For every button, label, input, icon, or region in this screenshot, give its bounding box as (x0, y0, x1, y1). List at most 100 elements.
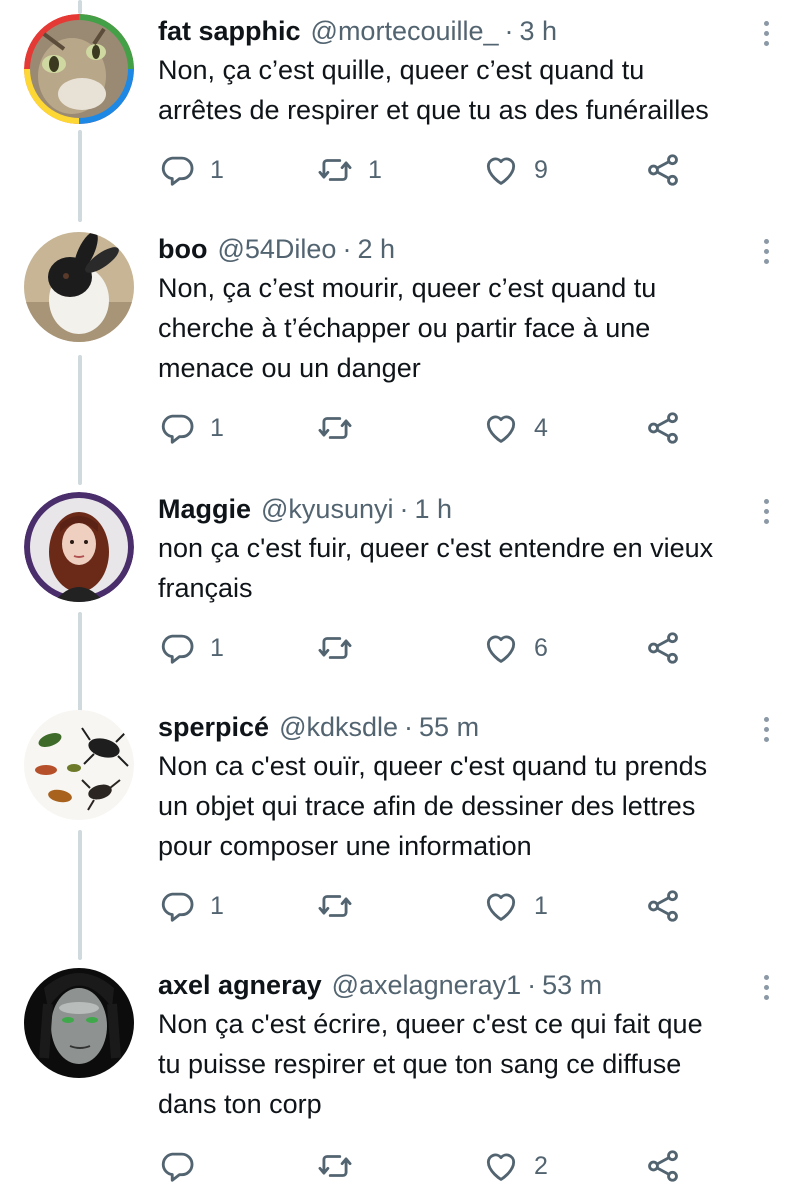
tweet-actions: 1 6 (158, 628, 698, 668)
tweet-content: Maggie @kyusunyi · 1 h non ça c'est fuir… (158, 492, 786, 608)
share-icon (648, 890, 678, 922)
tweet[interactable]: fat sapphic @mortecouille_ · 3 h Non, ça… (0, 14, 806, 194)
tweet-text-line: dans ton corp (158, 1089, 322, 1119)
cat-avatar[interactable] (24, 14, 134, 124)
display-name[interactable]: Maggie (158, 492, 251, 526)
retweet-button[interactable] (316, 1146, 368, 1186)
separator-dot: · (404, 712, 414, 742)
tweet[interactable]: axel agneray @axelagneray1 · 53 m Non ça… (0, 968, 806, 1193)
retweet-button[interactable] (316, 408, 368, 448)
more-options-icon[interactable] (746, 16, 786, 50)
retweet-icon (318, 159, 352, 181)
share-icon (648, 412, 678, 444)
reply-icon (161, 1152, 194, 1182)
share-button[interactable] (644, 628, 682, 668)
tweet-text: Non, ça c’est mourir, queer c’est quand … (158, 268, 788, 388)
user-handle[interactable]: @kdksdle (279, 710, 398, 744)
reply-icon (161, 414, 194, 444)
retweet-button[interactable]: 1 (316, 150, 382, 190)
user-handle[interactable]: @axelagneray1 (332, 968, 522, 1002)
user-handle[interactable]: @mortecouille_ (311, 14, 499, 48)
like-button[interactable]: 2 (482, 1146, 548, 1186)
heart-icon (486, 415, 516, 443)
reply-button[interactable]: 1 (158, 886, 224, 926)
retweet-icon (318, 417, 352, 439)
tweet[interactable]: Maggie @kyusunyi · 1 h non ça c'est fuir… (0, 492, 806, 672)
portrait-avatar[interactable] (24, 492, 134, 602)
tweet-content: sperpicé @kdksdle · 55 m Non ca c'est ou… (158, 710, 786, 866)
share-icon (648, 154, 678, 186)
tweet-text-line: pour composer une information (158, 831, 532, 861)
tweet-actions: 1 1 (158, 886, 698, 926)
display-name[interactable]: fat sapphic (158, 14, 301, 48)
more-options-icon[interactable] (746, 234, 786, 268)
heart-icon (486, 1153, 516, 1181)
user-handle[interactable]: @kyusunyi (261, 492, 393, 526)
retweet-button[interactable] (316, 628, 368, 668)
tweet-text-line: non ça c'est fuir, queer c'est entendre … (158, 533, 714, 563)
share-button[interactable] (644, 150, 682, 190)
separator-dot: · (504, 16, 514, 46)
more-options-icon[interactable] (746, 712, 786, 746)
reply-count: 1 (210, 413, 224, 442)
retweet-button[interactable] (316, 886, 368, 926)
share-icon (648, 1150, 678, 1182)
like-count: 9 (534, 155, 548, 184)
like-count: 1 (534, 891, 548, 920)
share-button[interactable] (644, 408, 682, 448)
tweet-header: fat sapphic @mortecouille_ · 3 h (158, 14, 786, 48)
tweet-text-line: cherche à t’échapper ou partir face à un… (158, 313, 651, 343)
reply-button[interactable]: 1 (158, 408, 224, 448)
tweet-actions: 1 1 9 (158, 150, 698, 190)
more-options-icon[interactable] (746, 970, 786, 1004)
timestamp[interactable]: 53 m (542, 968, 602, 1002)
display-name[interactable]: boo (158, 232, 207, 266)
tweet-text-line: menace ou un danger (158, 353, 421, 383)
display-name[interactable]: axel agneray (158, 968, 322, 1002)
tweet-text-line: un objet qui trace afin de dessiner des … (158, 791, 696, 821)
tweet[interactable]: boo @54Dileo · 2 h Non, ça c’est mourir,… (0, 232, 806, 452)
rabbit-avatar[interactable] (24, 232, 134, 342)
separator-dot: · (399, 494, 409, 524)
timestamp[interactable]: 55 m (419, 710, 479, 744)
face-avatar[interactable] (24, 968, 134, 1078)
tweet-text: Non, ça c’est quille, queer c’est quand … (158, 50, 788, 130)
reply-icon (161, 634, 194, 664)
tweet-header: axel agneray @axelagneray1 · 53 m (158, 968, 786, 1002)
like-button[interactable]: 6 (482, 628, 548, 668)
reply-count: 1 (210, 633, 224, 662)
like-button[interactable]: 4 (482, 408, 548, 448)
share-button[interactable] (644, 1146, 682, 1186)
user-handle[interactable]: @54Dileo (217, 232, 336, 266)
reply-button[interactable] (158, 1146, 210, 1186)
like-button[interactable]: 1 (482, 886, 548, 926)
tweet-header: boo @54Dileo · 2 h (158, 232, 786, 266)
heart-icon (486, 157, 516, 185)
tweet-actions: 1 4 (158, 408, 698, 448)
like-count: 6 (534, 633, 548, 662)
reply-count: 1 (210, 155, 224, 184)
tweet-text: Non ça c'est écrire, queer c'est ce qui … (158, 1004, 788, 1124)
like-count: 4 (534, 413, 548, 442)
retweet-icon (318, 637, 352, 659)
like-count: 2 (534, 1151, 548, 1180)
tweet-text-line: Non, ça c’est mourir, queer c’est quand … (158, 273, 657, 303)
tweet-content: axel agneray @axelagneray1 · 53 m Non ça… (158, 968, 786, 1124)
separator-dot: · (527, 970, 537, 1000)
tweet-actions: 2 (158, 1146, 698, 1186)
reply-button[interactable]: 1 (158, 150, 224, 190)
share-button[interactable] (644, 886, 682, 926)
beetles-avatar[interactable] (24, 710, 134, 820)
tweet[interactable]: sperpicé @kdksdle · 55 m Non ca c'est ou… (0, 710, 806, 930)
timestamp[interactable]: 3 h (520, 14, 558, 48)
display-name[interactable]: sperpicé (158, 710, 269, 744)
timestamp[interactable]: 1 h (414, 492, 452, 526)
like-button[interactable]: 9 (482, 150, 548, 190)
timestamp[interactable]: 2 h (357, 232, 395, 266)
retweet-count: 1 (368, 155, 382, 184)
tweet-text-line: Non ça c'est écrire, queer c'est ce qui … (158, 1009, 703, 1039)
tweet-text-line: français (158, 573, 253, 603)
reply-button[interactable]: 1 (158, 628, 224, 668)
more-options-icon[interactable] (746, 494, 786, 528)
tweet-content: fat sapphic @mortecouille_ · 3 h Non, ça… (158, 14, 786, 130)
